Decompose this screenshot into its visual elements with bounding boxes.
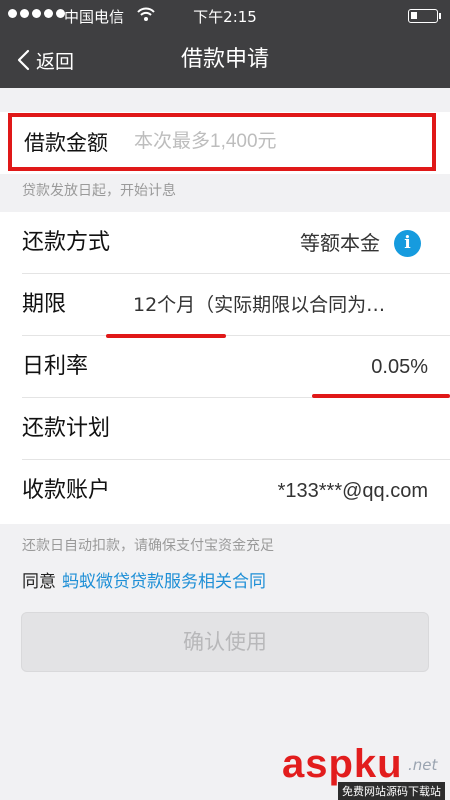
signal-strength-icon [8, 9, 65, 18]
loan-options-list: 还款方式 等额本金 i 期限 12个月（实际期限以合同为… 日利率 0.05% … [0, 212, 450, 524]
row-repayment-plan[interactable]: 还款计划 [0, 398, 450, 460]
carrier-name: 中国电信 [64, 8, 125, 26]
clock: 下午2:15 [193, 8, 257, 26]
agreement-line: 同意 蚂蚁微贷贷款服务相关合同 [22, 567, 266, 592]
row-term[interactable]: 期限 12个月（实际期限以合同为… [0, 274, 450, 336]
row-receiving-account[interactable]: 收款账户 *133***@qq.com [0, 460, 450, 522]
agreement-link[interactable]: 蚂蚁微贷贷款服务相关合同 [62, 572, 266, 592]
row-label: 收款账户 [22, 478, 111, 503]
receiving-account-value: *133***@qq.com [277, 480, 428, 502]
wifi-icon [137, 7, 155, 21]
interest-hint: 贷款发放日起，开始计息 [22, 183, 176, 199]
amount-section: 借款金额 [0, 112, 450, 174]
daily-rate-value: 0.05% [371, 356, 428, 378]
back-label: 返回 [36, 50, 75, 73]
row-repayment-method[interactable]: 还款方式 等额本金 i [0, 212, 450, 274]
navigation-bar: 返回 借款申请 [0, 32, 450, 88]
back-button[interactable]: 返回 [16, 32, 74, 88]
repayment-method-value: 等额本金 [300, 231, 380, 255]
confirm-button[interactable]: 确认使用 [21, 612, 429, 672]
row-daily-rate: 日利率 0.05% [0, 336, 450, 398]
battery-icon [408, 9, 441, 23]
watermark-logo: aspku .net 免费网站源码下载站 [282, 742, 450, 800]
row-label: 还款方式 [22, 230, 111, 255]
info-icon[interactable]: i [394, 230, 421, 257]
watermark-brand: aspku [282, 742, 403, 786]
watermark-tld: .net [408, 756, 438, 774]
term-value: 12个月（实际期限以合同为… [133, 294, 386, 316]
annotation-underline-rate [312, 394, 450, 398]
row-label: 期限 [22, 292, 67, 317]
status-bar: 中国电信 下午2:15 [0, 0, 450, 32]
watermark-subtitle: 免费网站源码下载站 [338, 782, 445, 800]
row-label: 日利率 [22, 354, 89, 379]
agreement-prefix: 同意 [22, 572, 56, 592]
amount-input[interactable] [134, 131, 414, 153]
chevron-left-icon [17, 49, 30, 71]
annotation-underline-term [106, 334, 226, 338]
amount-field-highlight: 借款金额 [8, 113, 436, 171]
row-label: 还款计划 [22, 416, 111, 441]
amount-label: 借款金额 [24, 131, 108, 155]
autopay-hint: 还款日自动扣款，请确保支付宝资金充足 [22, 538, 274, 554]
